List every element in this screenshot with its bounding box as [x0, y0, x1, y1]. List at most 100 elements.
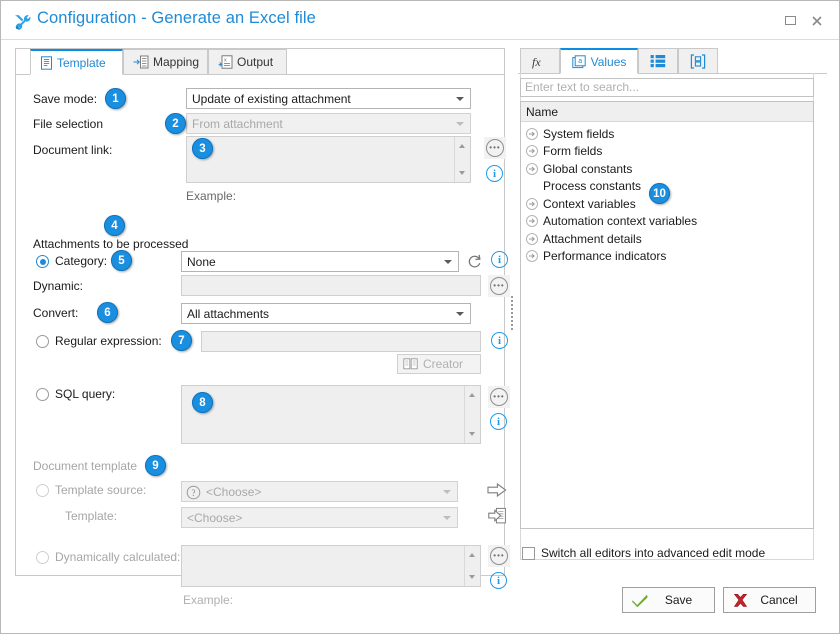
scroll-up-icon[interactable] [469, 553, 475, 557]
convert-value: All attachments [187, 306, 270, 321]
document-link-scroll[interactable] [454, 137, 470, 182]
tab-output[interactable]: x Output [208, 49, 287, 75]
regular-expression-radio[interactable] [36, 335, 49, 348]
tree-item-system-fields[interactable]: System fields [521, 125, 813, 143]
dynamically-calculated-scroll[interactable] [464, 546, 480, 586]
list-icon [650, 54, 666, 68]
chevron-down-icon [456, 122, 464, 126]
chevron-down-icon [456, 97, 464, 101]
regular-expression-input[interactable] [201, 331, 481, 352]
scroll-down-icon[interactable] [469, 432, 475, 436]
chevron-down-icon [456, 312, 464, 316]
close-icon[interactable] [809, 13, 825, 29]
template-source-radio[interactable] [36, 484, 49, 497]
tree-item-label: Global constants [543, 161, 633, 176]
dynamic-browse-button[interactable]: ••• [488, 275, 510, 297]
category-info-icon[interactable]: i [491, 251, 508, 268]
splitter-grip[interactable] [510, 296, 513, 330]
excel-icon: x [218, 55, 233, 69]
document-template-section-label: Document template [33, 459, 138, 473]
book-icon [403, 358, 418, 370]
category-combo[interactable]: None [181, 251, 459, 272]
document-link-info-icon[interactable]: i [486, 165, 503, 182]
tab-mapping[interactable]: Mapping [123, 49, 208, 75]
advanced-edit-mode-checkbox[interactable] [522, 546, 535, 560]
regular-expression-label: Regular expression: [55, 334, 162, 348]
tree-item-label: Performance indicators [543, 249, 667, 264]
expand-arrow-icon[interactable] [526, 162, 538, 175]
creator-button[interactable]: Creator [397, 354, 481, 374]
ellipsis-icon: ••• [490, 388, 508, 406]
tab-mapping-label: Mapping [153, 55, 200, 69]
expand-arrow-icon[interactable] [526, 197, 538, 210]
badge-8: 8 [192, 392, 213, 413]
badge-10: 10 [649, 183, 670, 204]
search-input[interactable]: Enter text to search... [520, 78, 814, 97]
expand-arrow-icon[interactable] [526, 250, 538, 263]
scroll-up-icon[interactable] [469, 393, 475, 397]
maximize-icon[interactable] [783, 13, 799, 29]
scroll-down-icon[interactable] [469, 575, 475, 579]
svg-text:fx: fx [532, 55, 541, 69]
tree-item-attachment-details[interactable]: Attachment details [521, 230, 813, 248]
panel-splitter[interactable] [508, 48, 515, 576]
advanced-edit-mode-row[interactable]: Switch all editors into advanced edit mo… [522, 546, 765, 560]
template-source-go-button[interactable] [486, 479, 508, 501]
save-button[interactable]: Save [622, 587, 715, 613]
dynamically-calculated-textarea[interactable] [181, 545, 481, 587]
cancel-button-label: Cancel [760, 593, 798, 607]
convert-combo[interactable]: All attachments [181, 303, 471, 324]
ellipsis-icon: ••• [490, 277, 508, 295]
template-import-button[interactable] [486, 505, 508, 527]
values-tree: Name System fields Form fields Global co… [520, 101, 814, 529]
cancel-button[interactable]: Cancel [723, 587, 816, 613]
template-combo[interactable]: <Choose> [181, 507, 458, 528]
template-value: <Choose> [187, 510, 243, 525]
tree-item-label: Automation context variables [543, 214, 698, 229]
category-refresh-button[interactable] [463, 250, 485, 272]
title-bar: Configuration - Generate an Excel file [1, 1, 839, 40]
tree-item-automation-context-variables[interactable]: Automation context variables [521, 213, 813, 231]
tree-item-performance-indicators[interactable]: Performance indicators [521, 248, 813, 266]
scroll-up-icon[interactable] [459, 144, 465, 148]
dynamically-calculated-browse-button[interactable]: ••• [488, 545, 510, 567]
sql-query-browse-button[interactable]: ••• [488, 386, 510, 408]
tab-template[interactable]: Template [30, 49, 123, 75]
ellipsis-icon: ••• [486, 139, 504, 157]
expand-arrow-icon[interactable] [526, 215, 538, 228]
file-selection-combo[interactable]: From attachment [186, 113, 471, 134]
document-link-textarea[interactable] [186, 136, 471, 183]
tab-values-label: Values [590, 54, 627, 69]
dynamic-input[interactable] [181, 275, 481, 296]
sql-query-textarea[interactable] [181, 385, 481, 444]
badge-1: 1 [105, 88, 126, 109]
badge-3: 3 [192, 138, 213, 159]
scroll-down-icon[interactable] [459, 171, 465, 175]
tab-list[interactable] [638, 48, 678, 74]
regular-expression-info-icon[interactable]: i [491, 332, 508, 349]
category-radio[interactable] [36, 255, 49, 268]
template-source-combo[interactable]: ? <Choose> [181, 481, 458, 502]
file-selection-value: From attachment [192, 116, 283, 131]
tree-column-header[interactable]: Name [521, 102, 813, 122]
category-value: None [187, 254, 216, 269]
sql-query-scroll[interactable] [464, 386, 480, 443]
tab-values[interactable]: a Values [560, 48, 638, 74]
document-link-browse-button[interactable]: ••• [484, 137, 506, 159]
tab-formula[interactable]: fx [520, 48, 560, 74]
expand-arrow-icon[interactable] [526, 145, 538, 158]
save-mode-combo[interactable]: Update of existing attachment [186, 88, 471, 109]
check-icon [631, 593, 649, 608]
tree-item-label: Attachment details [543, 231, 642, 246]
tree-item-form-fields[interactable]: Form fields [521, 143, 813, 161]
dynamically-calculated-radio[interactable] [36, 551, 49, 564]
expand-arrow-icon[interactable] [526, 232, 538, 245]
tree-item-global-constants[interactable]: Global constants [521, 160, 813, 178]
tab-bracket-box[interactable] [678, 48, 718, 74]
chevron-down-icon [443, 516, 451, 520]
template-source-value: <Choose> [206, 484, 262, 499]
sql-query-radio[interactable] [36, 388, 49, 401]
dynamically-calculated-info-icon[interactable]: i [490, 572, 507, 589]
sql-query-info-icon[interactable]: i [490, 413, 507, 430]
expand-arrow-icon[interactable] [526, 127, 538, 140]
